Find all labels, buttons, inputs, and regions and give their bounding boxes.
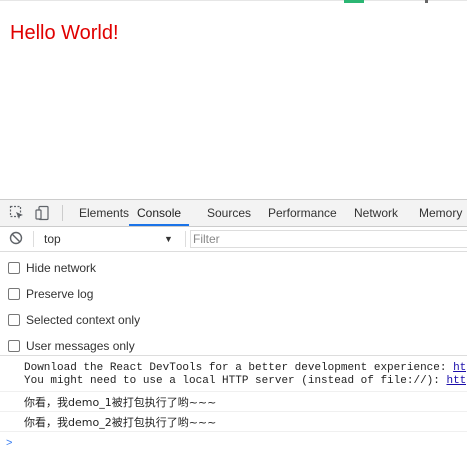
tab-memory[interactable]: Memory [419, 200, 462, 226]
checkbox[interactable] [8, 340, 20, 352]
tab-performance[interactable]: Performance [268, 200, 337, 226]
context-selector[interactable]: top ▼ [40, 229, 180, 249]
devtools-panel: Elements Console Sources Performance Net… [0, 199, 467, 449]
console-filter-bar: top ▼ Filter [0, 227, 467, 252]
console-log: 你看，我demo_1被打包执行了哟~~~ [24, 396, 217, 409]
devtools-toolbar: Elements Console Sources Performance Net… [0, 200, 467, 227]
tab-sources[interactable]: Sources [207, 200, 251, 226]
message-divider [0, 391, 467, 392]
chrome-border [0, 0, 467, 1]
console-prompt-icon[interactable]: > [6, 437, 12, 449]
message-link[interactable]: htt [446, 375, 466, 387]
message-divider [0, 411, 467, 412]
page-heading: Hello World! [10, 22, 119, 44]
option-label: Hide network [26, 261, 97, 275]
browser-chrome-edge [0, 0, 467, 4]
inspect-element-icon[interactable] [9, 205, 25, 221]
filter-divider [33, 231, 34, 247]
message-divider [0, 431, 467, 432]
context-value: top [44, 232, 61, 246]
filter-divider [185, 231, 186, 247]
option-label: Preserve log [26, 287, 94, 301]
filter-input[interactable]: Filter [190, 230, 467, 248]
console-log: 你看，我demo_2被打包执行了哟~~~ [24, 416, 217, 429]
toolbar-divider [62, 205, 63, 221]
checkbox[interactable] [8, 288, 20, 300]
option-label: User messages only [26, 339, 135, 353]
checkbox[interactable] [8, 314, 20, 326]
menu-icon[interactable] [425, 0, 428, 3]
chevron-down-icon: ▼ [164, 234, 173, 244]
clear-console-icon[interactable] [9, 231, 23, 245]
device-toolbar-icon[interactable] [35, 205, 51, 221]
console-messages: Download the React DevTools for a better… [0, 355, 467, 449]
console-message: Download the React DevTools for a better… [24, 362, 466, 374]
tab-console[interactable]: Console [129, 200, 190, 226]
checkbox[interactable] [8, 262, 20, 274]
message-link[interactable]: ht [453, 362, 466, 374]
extension-icon[interactable] [344, 0, 364, 3]
message-text: You might need to use a local HTTP serve… [24, 375, 447, 387]
tab-network[interactable]: Network [354, 200, 398, 226]
option-label: Selected context only [26, 313, 141, 327]
console-message: You might need to use a local HTTP serve… [24, 375, 466, 387]
message-text: Download the React DevTools for a better… [24, 362, 454, 374]
tab-elements[interactable]: Elements [79, 200, 129, 226]
